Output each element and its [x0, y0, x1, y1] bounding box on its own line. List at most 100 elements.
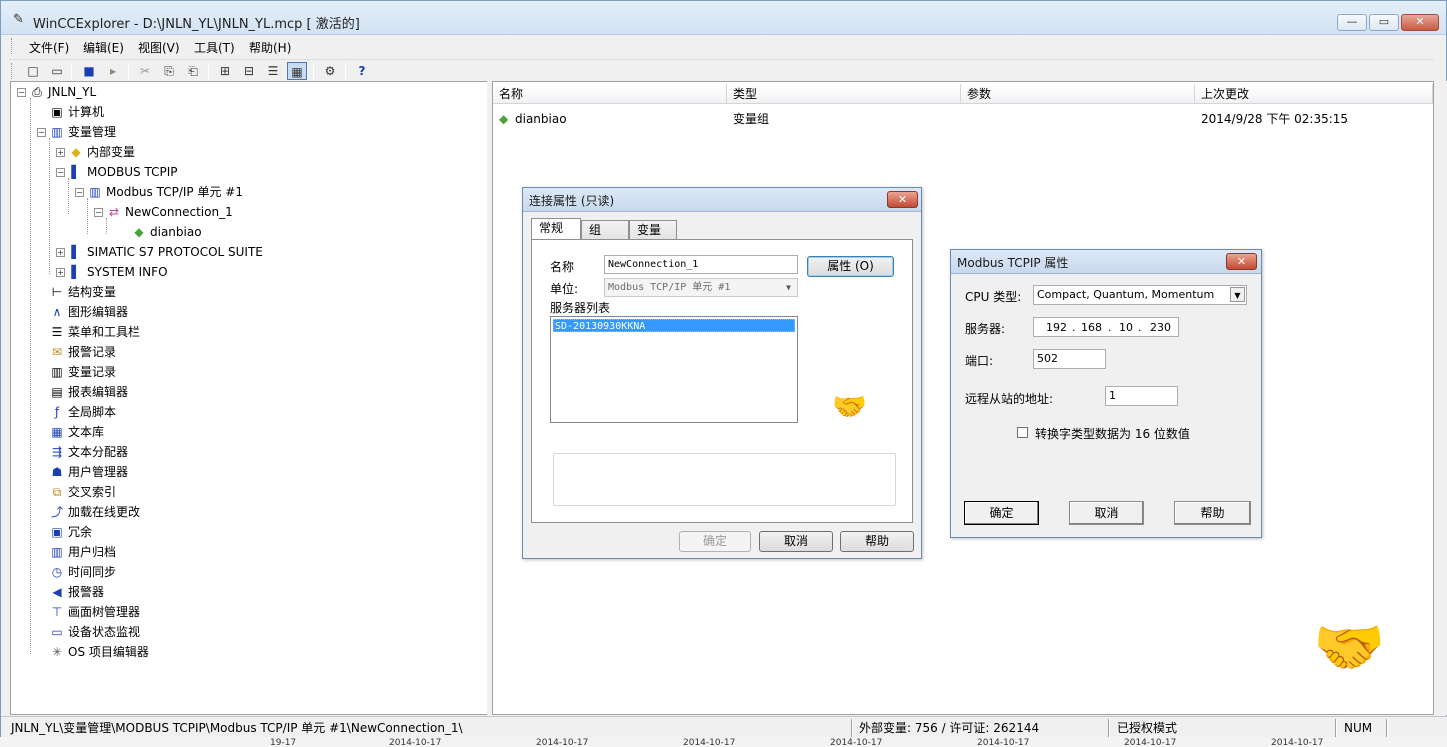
window-scrollbar[interactable] — [1434, 81, 1447, 715]
tree-item-redundancy[interactable]: ▣ 冗余 — [49, 522, 92, 542]
toolbar-separator — [128, 63, 129, 79]
collapse-icon[interactable]: − — [17, 88, 26, 97]
stop-icon[interactable]: ■ — [79, 62, 99, 80]
column-header-parameters[interactable]: 参数 — [961, 84, 1195, 104]
expand-icon[interactable]: + — [56, 268, 65, 277]
tree-item-computer[interactable]: ▣ 计算机 — [49, 102, 104, 122]
tree-item-report-designer[interactable]: ▤ 报表编辑器 — [49, 382, 128, 402]
ip-octet-2[interactable]: 168 — [1081, 321, 1102, 334]
tree-item-label: JNLN_YL — [48, 85, 97, 99]
collapse-icon[interactable]: − — [75, 188, 84, 197]
small-icons-icon[interactable]: ⊟ — [239, 62, 259, 80]
run-icon[interactable]: ▸ — [103, 62, 123, 80]
tree-item-lifebeat-monitoring[interactable]: ▭ 设备状态监视 — [49, 622, 140, 642]
dialog-title-bar[interactable]: 连接属性 (只读) ✕ — [523, 188, 921, 212]
tree-item-picture-tree-manager[interactable]: ⊤ 画面树管理器 — [49, 602, 140, 622]
tree-item-internal-tags[interactable]: + ◆ 内部变量 — [56, 142, 135, 162]
details-icon[interactable]: ▦ — [287, 62, 307, 80]
expand-icon[interactable]: + — [56, 248, 65, 257]
ip-octet-3[interactable]: 10 — [1119, 321, 1133, 334]
connection-name-field[interactable]: NewConnection_1 — [604, 255, 798, 274]
paste-icon[interactable]: ⎗ — [183, 62, 203, 80]
help-button[interactable]: 帮助 — [1174, 501, 1251, 525]
properties-icon[interactable]: ⚙ — [320, 62, 340, 80]
port-field[interactable]: 502 — [1033, 349, 1106, 369]
tree-item-label: 报警记录 — [68, 345, 117, 359]
collapse-icon[interactable]: − — [37, 128, 46, 137]
open-icon[interactable]: ▭ — [47, 62, 67, 80]
dialog-title-bar[interactable]: Modbus TCPIP 属性 ✕ — [951, 250, 1261, 274]
tree-item-os-project-editor[interactable]: ✳ OS 项目编辑器 — [49, 642, 149, 662]
tree-item-modbus-tcpip[interactable]: − ▌ MODBUS TCPIP — [56, 162, 178, 182]
tree-item-load-online-changes[interactable]: ⤴ 加载在线更改 — [49, 502, 140, 522]
cpu-type-dropdown[interactable]: Compact, Quantum, Momentum ▼ — [1033, 285, 1247, 305]
properties-button[interactable]: 属性 (O) — [807, 256, 894, 277]
ip-octet-4[interactable]: 230 — [1150, 321, 1171, 334]
cancel-button[interactable]: 取消 — [1069, 501, 1144, 525]
tree-item-tag-management[interactable]: − ▥ 变量管理 — [37, 122, 116, 142]
tree-item-global-script[interactable]: ƒ 全局脚本 — [49, 402, 116, 422]
ok-button[interactable]: 确定 — [964, 501, 1039, 525]
collapse-icon[interactable]: − — [94, 208, 103, 217]
tree-item-user-administrator[interactable]: ☗ 用户管理器 — [49, 462, 128, 482]
tree-item-label: 全局脚本 — [68, 405, 117, 419]
menu-edit[interactable]: 编辑(E) — [83, 39, 124, 56]
menu-help[interactable]: 帮助(H) — [249, 39, 291, 56]
tree-item-system-info[interactable]: + ▌ SYSTEM INFO — [56, 262, 168, 282]
large-icons-icon[interactable]: ⊞ — [215, 62, 235, 80]
menubar-grip[interactable] — [11, 38, 14, 54]
tab-general[interactable]: 常规 — [531, 218, 581, 240]
column-header-name[interactable]: 名称 — [493, 84, 727, 104]
tree-item-project[interactable]: − ⎙ JNLN_YL — [17, 82, 96, 102]
tree-item-simatic-s7[interactable]: + ▌ SIMATIC S7 PROTOCOL SUITE — [56, 242, 263, 262]
menu-tools[interactable]: 工具(T) — [194, 39, 235, 56]
collapse-icon[interactable]: − — [56, 168, 65, 177]
convert-word-checkbox[interactable] — [1017, 427, 1028, 438]
help-icon[interactable]: ? — [352, 62, 372, 80]
ip-octet-1[interactable]: 192 — [1046, 321, 1067, 334]
tree-item-label: 报警器 — [68, 585, 105, 599]
expand-icon[interactable]: + — [56, 148, 65, 157]
close-button[interactable]: ✕ — [1401, 14, 1439, 31]
tree-item-new-connection[interactable]: − ⇄ NewConnection_1 — [94, 202, 233, 222]
toolbar-grip[interactable] — [11, 63, 14, 79]
help-button[interactable]: 帮助 — [840, 531, 914, 552]
slave-address-field[interactable]: 1 — [1105, 386, 1178, 406]
tree-item-menus-toolbars[interactable]: ☰ 菜单和工具栏 — [49, 322, 140, 342]
close-button[interactable]: ✕ — [1226, 253, 1257, 270]
tree-item-dianbiao[interactable]: ◆ dianbiao — [131, 222, 202, 242]
list-item[interactable]: SD-20130930KKNA — [553, 319, 795, 332]
copy-icon[interactable]: ⎘ — [159, 62, 179, 80]
pane-splitter[interactable] — [487, 81, 491, 715]
cut-icon[interactable]: ✂ — [135, 62, 155, 80]
column-header-type[interactable]: 类型 — [727, 84, 961, 104]
server-ip-field[interactable]: 192 . 168 . 10 . 230 — [1033, 317, 1179, 337]
list-icon[interactable]: ☰ — [263, 62, 283, 80]
tree-item-text-library[interactable]: ▦ 文本库 — [49, 422, 104, 442]
column-header-last-change[interactable]: 上次更改 — [1195, 84, 1433, 104]
unit-dropdown[interactable]: Modbus TCP/IP 单元 #1 ▼ — [604, 278, 798, 297]
new-icon[interactable]: □ — [23, 62, 43, 80]
close-button[interactable]: ✕ — [887, 191, 918, 208]
maximize-button[interactable]: ▭ — [1369, 14, 1399, 31]
tree-item-text-distributor[interactable]: ⇶ 文本分配器 — [49, 442, 128, 462]
menu-view[interactable]: 视图(V) — [138, 39, 180, 56]
tree-item-label: dianbiao — [150, 225, 202, 239]
cancel-button[interactable]: 取消 — [759, 531, 833, 552]
menu-file[interactable]: 文件(F) — [29, 39, 69, 56]
tree-item-alarm-logging[interactable]: ✉ 报警记录 — [49, 342, 116, 362]
tab-tags[interactable]: 变量 — [629, 220, 677, 240]
tree-item-time-sync[interactable]: ◷ 时间同步 — [49, 562, 116, 582]
tree-item-structure-tags[interactable]: ⊢ 结构变量 — [49, 282, 116, 302]
minimize-button[interactable]: — — [1337, 14, 1367, 31]
project-tree[interactable]: − ⎙ JNLN_YL ▣ 计算机 − ▥ 变量管理 + ◆ 内部变量 − ▌ MODBUS TC… — [10, 81, 491, 715]
tree-item-tag-logging[interactable]: ▥ 变量记录 — [49, 362, 116, 382]
tree-item-modbus-unit[interactable]: − ▥ Modbus TCP/IP 单元 #1 — [75, 182, 243, 202]
tree-item-graphics-designer[interactable]: ∧ 图形编辑器 — [49, 302, 128, 322]
tree-item-cross-reference[interactable]: ⧉ 交叉索引 — [49, 482, 116, 502]
tab-group[interactable]: 组 — [581, 220, 629, 240]
tree-item-user-archive[interactable]: ▥ 用户归档 — [49, 542, 116, 562]
ok-button[interactable]: 确定 — [679, 531, 751, 552]
server-list[interactable]: SD-20130930KKNA — [550, 316, 798, 423]
tree-item-horn[interactable]: ◀ 报警器 — [49, 582, 104, 602]
